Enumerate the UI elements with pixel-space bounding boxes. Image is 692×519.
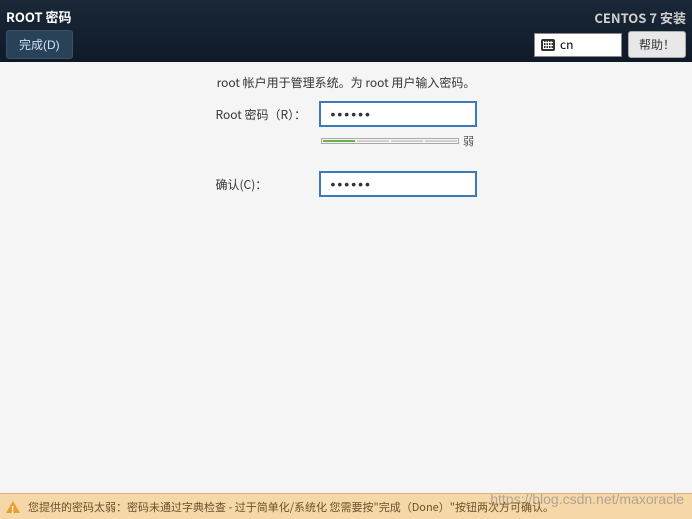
- warning-text: 您提供的密码太弱：密码未通过字典检查 - 过于简单化/系统化 您需要按"完成（D…: [28, 499, 554, 515]
- header-right-row: cn 帮助！: [534, 31, 686, 58]
- warning-bar: 您提供的密码太弱：密码未通过字典检查 - 过于简单化/系统化 您需要按"完成（D…: [0, 493, 692, 519]
- warning-icon: [6, 501, 20, 513]
- confirm-password-input[interactable]: [319, 171, 477, 197]
- root-password-row: Root 密码（R）：: [216, 101, 477, 127]
- confirm-password-label: 确认(C)：: [216, 176, 311, 193]
- content: root 帐户用于管理系统。为 root 用户输入密码。 Root 密码（R）：…: [0, 62, 692, 203]
- done-button[interactable]: 完成(D): [6, 30, 73, 59]
- description-text: root 帐户用于管理系统。为 root 用户输入密码。: [217, 74, 476, 91]
- password-strength-row: 弱: [321, 133, 474, 149]
- strength-segment-3: [391, 140, 423, 142]
- page-title: ROOT 密码: [6, 7, 73, 26]
- root-password-label: Root 密码（R）：: [216, 106, 311, 123]
- header-right: CENTOS 7 安装 cn 帮助！: [534, 4, 686, 58]
- password-strength-label: 弱: [463, 133, 474, 149]
- keyboard-layout-selector[interactable]: cn: [534, 33, 622, 57]
- keyboard-layout-code: cn: [560, 36, 573, 53]
- strength-segment-4: [425, 140, 457, 142]
- root-password-input[interactable]: [319, 101, 477, 127]
- header: ROOT 密码 完成(D) CENTOS 7 安装 cn 帮助！: [0, 0, 692, 62]
- password-strength-bar: [321, 138, 459, 144]
- header-left: ROOT 密码 完成(D): [6, 3, 73, 59]
- confirm-password-row: 确认(C)：: [216, 171, 477, 197]
- install-title: CENTOS 7 安装: [594, 8, 686, 27]
- strength-segment-1: [323, 140, 355, 142]
- help-button[interactable]: 帮助！: [628, 31, 686, 58]
- keyboard-icon: [541, 39, 555, 51]
- strength-segment-2: [357, 140, 389, 142]
